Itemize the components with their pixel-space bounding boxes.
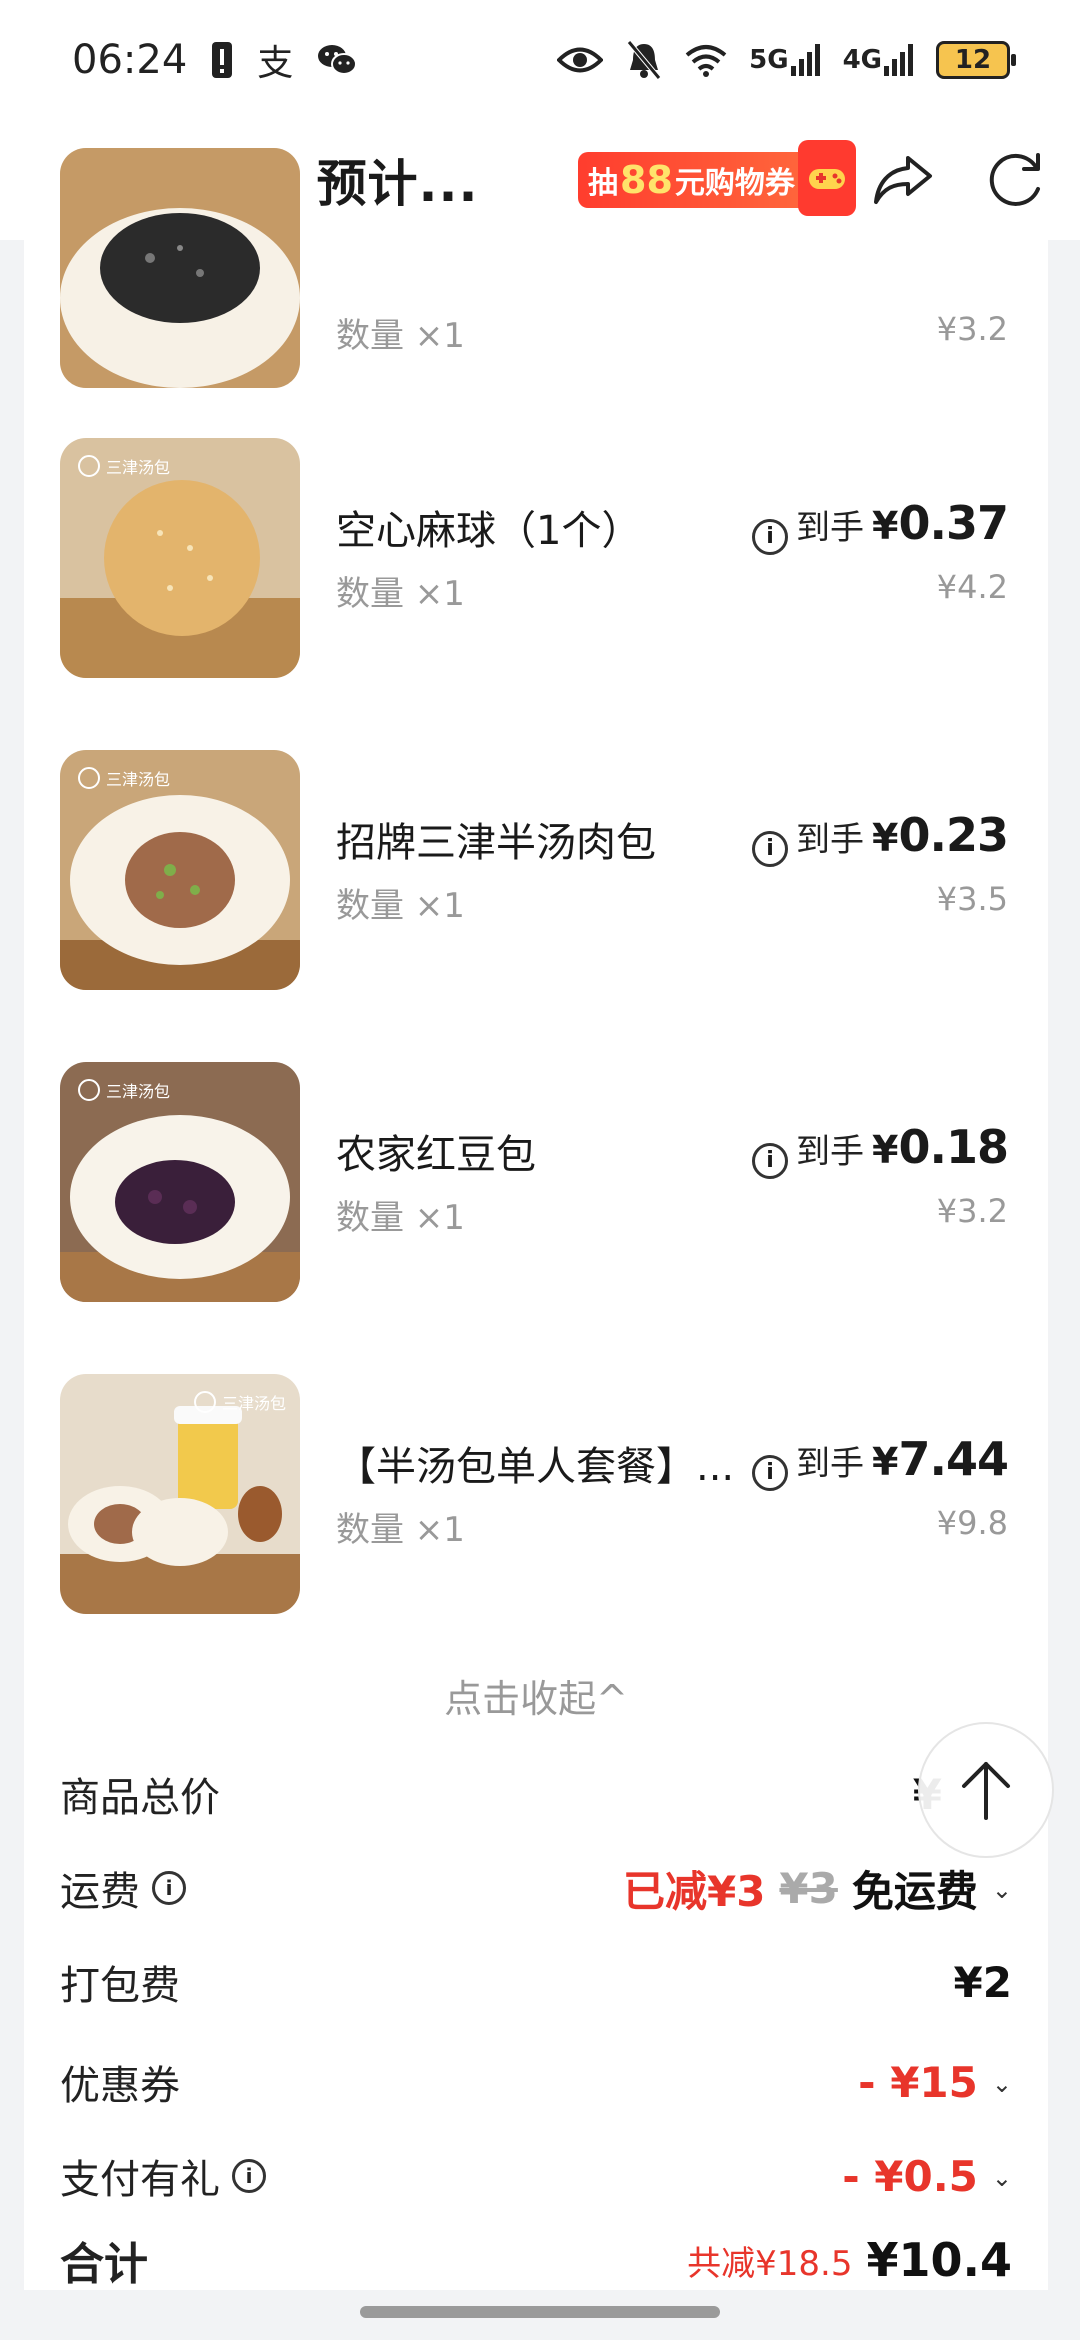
order-card: 数量 ×1 ¥3.2 三津汤包 空心麻球（1个） 数量 ×1 i 到手 ¥ 0.…	[24, 148, 1048, 2290]
deal-amount: 0.18	[898, 1120, 1009, 1174]
deal-currency: ¥	[872, 1128, 899, 1172]
deal-currency: ¥	[872, 1440, 899, 1484]
eye-icon	[557, 45, 604, 75]
signal-4g-icon: 4G	[843, 44, 914, 76]
product-qty: 数量 ×1	[336, 574, 465, 614]
original-price: ¥9.8	[936, 1504, 1008, 1542]
shipping-free: 免运费	[851, 1866, 978, 1916]
list-item[interactable]: 三津汤包 空心麻球（1个） 数量 ×1 i 到手 ¥ 0.37 ¥4.2	[24, 438, 1048, 678]
total-row: 合计 共减¥18.5 ¥10.4	[60, 2230, 1012, 2290]
packing-label: 打包费	[60, 1963, 180, 2009]
chevron-down-icon: ⌄	[991, 2164, 1012, 2192]
collapse-link[interactable]: 点击收起^	[24, 1668, 1048, 1723]
coupon-label: 优惠券	[60, 2063, 180, 2109]
info-icon[interactable]: i	[752, 830, 789, 867]
wechat-icon	[317, 43, 358, 77]
original-price: ¥3.2	[936, 1192, 1008, 1230]
original-price: ¥3.5	[936, 880, 1008, 918]
pay-gift-label: 支付有礼	[60, 2157, 220, 2203]
shipping-values: 已减¥3 ¥3 免运费 ⌄	[623, 1858, 1012, 1919]
total-saved: 共减¥18.5	[687, 2243, 853, 2284]
brand-logo: 三津汤包	[78, 766, 170, 790]
alert-icon	[211, 41, 233, 79]
deal-label: 到手	[796, 1444, 865, 1484]
deal-amount: 7.44	[898, 1432, 1009, 1486]
shipping-row[interactable]: 运费 i 已减¥3 ¥3 免运费 ⌄	[60, 1858, 1012, 1918]
list-item[interactable]: 三津汤包 【半汤包单人套餐】... 数量 ×1 i 到手 ¥ 7.44 ¥9.8	[24, 1374, 1048, 1614]
network-5g-label: 5G	[749, 45, 789, 75]
deal-currency: ¥	[872, 504, 899, 548]
info-icon[interactable]: i	[752, 518, 789, 555]
product-qty: 数量 ×1	[336, 1510, 465, 1550]
list-item[interactable]: 数量 ×1 ¥3.2	[24, 148, 1048, 388]
deal-label: 到手	[796, 1132, 865, 1172]
product-qty: 数量 ×1	[336, 316, 465, 356]
battery-level: 12	[954, 45, 992, 75]
packing-value: ¥2	[953, 1957, 1012, 2007]
deal-price: i 到手 ¥ 7.44	[752, 1432, 1009, 1491]
pay-gift-row[interactable]: 支付有礼 i - ¥0.5 ⌄	[60, 2146, 1012, 2206]
info-icon[interactable]: i	[232, 2159, 266, 2193]
product-name: 空心麻球（1个）	[336, 508, 642, 554]
battery-icon: 12	[936, 41, 1016, 79]
product-image-set-meal: 三津汤包	[60, 1374, 300, 1614]
total-label: 合计	[60, 2239, 148, 2290]
pay-gift-values: - ¥0.5 ⌄	[842, 2152, 1012, 2201]
original-price: ¥3.2	[936, 310, 1008, 348]
info-icon[interactable]: i	[752, 1142, 789, 1179]
product-name: 招牌三津半汤肉包	[336, 820, 656, 866]
deal-label: 到手	[796, 820, 865, 860]
product-image-meat-bun: 三津汤包	[60, 750, 300, 990]
pay-gift-label-group: 支付有礼 i	[60, 2147, 266, 2205]
network-4g-label: 4G	[842, 45, 882, 75]
product-image-red-bean-bun: 三津汤包	[60, 1062, 300, 1302]
chevron-down-icon: ⌄	[991, 1876, 1012, 1904]
pay-gift-value: - ¥0.5	[842, 2151, 978, 2201]
wifi-icon	[685, 43, 727, 77]
product-qty: 数量 ×1	[336, 886, 465, 926]
arrow-up-icon	[962, 1762, 1010, 1820]
status-bar: 06:24 支 5G 4G 12	[0, 0, 1080, 120]
deal-amount: 0.37	[898, 496, 1009, 550]
original-price: ¥4.2	[936, 568, 1008, 606]
shipping-reduced: 已减¥3	[622, 1866, 766, 1916]
product-image-sesame-bun	[60, 148, 300, 388]
coupon-row[interactable]: 优惠券 - ¥15 ⌄	[60, 2052, 1012, 2112]
coupon-value: - ¥15	[858, 2057, 978, 2107]
shipping-label-group: 运费 i	[60, 1859, 186, 1917]
info-icon[interactable]: i	[752, 1454, 789, 1491]
status-time: 06:24	[72, 37, 188, 83]
back-to-top-button[interactable]	[918, 1722, 1054, 1858]
product-name: 农家红豆包	[336, 1132, 536, 1178]
alipay-icon: 支	[257, 43, 294, 84]
list-item[interactable]: 三津汤包 招牌三津半汤肉包 数量 ×1 i 到手 ¥ 0.23 ¥3.5	[24, 750, 1048, 990]
deal-currency: ¥	[872, 816, 899, 860]
mute-bell-icon	[625, 40, 663, 80]
info-icon[interactable]: i	[152, 1871, 186, 1905]
deal-amount: 0.23	[898, 808, 1009, 862]
subtotal-label: 商品总价	[60, 1775, 220, 1821]
subtotal-row: 商品总价 ¥	[60, 1764, 1012, 1824]
packing-row: 打包费 ¥2	[60, 1952, 1012, 2012]
shipping-original: ¥3	[779, 1863, 838, 1913]
brand-logo: 三津汤包	[193, 1390, 286, 1414]
product-name: 【半汤包单人套餐】...	[336, 1444, 735, 1490]
deal-price: i 到手 ¥ 0.37	[752, 496, 1009, 555]
product-qty: 数量 ×1	[336, 1198, 465, 1238]
deal-label: 到手	[796, 508, 865, 548]
chevron-down-icon: ⌄	[991, 2070, 1012, 2098]
list-item[interactable]: 三津汤包 农家红豆包 数量 ×1 i 到手 ¥ 0.18 ¥3.2	[24, 1062, 1048, 1302]
signal-5g-icon: 5G	[749, 44, 820, 76]
total-values: 共减¥18.5 ¥10.4	[687, 2233, 1012, 2287]
shipping-label: 运费	[60, 1869, 140, 1915]
coupon-values: - ¥15 ⌄	[858, 2058, 1012, 2107]
total-value: ¥10.4	[866, 2233, 1012, 2287]
deal-price: i 到手 ¥ 0.23	[752, 808, 1009, 867]
home-indicator[interactable]	[360, 2306, 720, 2318]
brand-logo: 三津汤包	[78, 454, 170, 478]
product-image-sesame-ball: 三津汤包	[60, 438, 300, 678]
deal-price: i 到手 ¥ 0.18	[752, 1120, 1009, 1179]
brand-logo: 三津汤包	[78, 1078, 170, 1102]
